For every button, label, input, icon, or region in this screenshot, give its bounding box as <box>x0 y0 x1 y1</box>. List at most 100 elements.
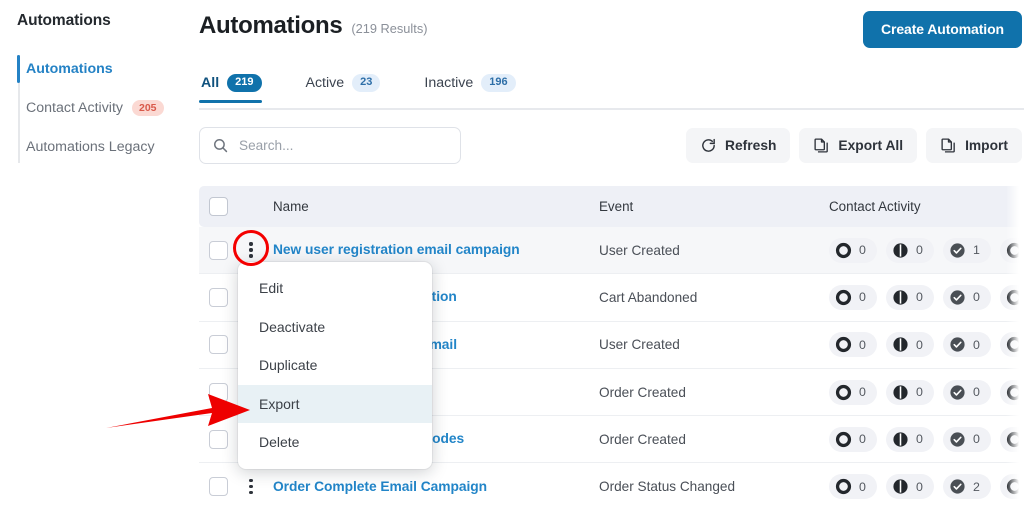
tab-active[interactable]: Active 23 <box>284 74 403 103</box>
tab-label: Active <box>305 74 345 91</box>
activity-overflow-badge <box>1000 379 1024 405</box>
activity-inprogress-badge: 0 <box>886 379 934 405</box>
column-header-event: Event <box>599 199 634 214</box>
activity-queued-badge: 0 <box>829 332 877 358</box>
activity-queued-count: 0 <box>859 385 866 400</box>
row-actions-menu-button[interactable] <box>246 476 255 497</box>
activity-overflow-badge <box>1000 426 1024 452</box>
automation-name-link[interactable]: New user registration email campaign <box>273 242 520 257</box>
menu-item-duplicate[interactable]: Duplicate <box>238 346 432 385</box>
sidebar-item-contact-activity[interactable]: Contact Activity 205 <box>26 94 164 122</box>
activity-inprogress-badge: 0 <box>886 332 934 358</box>
row-activity-cell: 0 0 2 <box>829 474 1024 500</box>
export-all-button[interactable]: Export All <box>799 128 918 163</box>
row-event-cell: Cart Abandoned <box>599 289 698 305</box>
activity-inprogress-count: 0 <box>916 290 923 305</box>
row-select-cell <box>199 287 237 307</box>
import-label: Import <box>965 138 1008 153</box>
page-title: Automations <box>199 12 343 39</box>
activity-completed-count: 1 <box>973 243 980 258</box>
sidebar-item-label: Automations <box>26 61 113 77</box>
circle-ring-icon <box>1006 289 1023 306</box>
check-circle-icon <box>950 384 965 400</box>
activity-completed-badge: 0 <box>943 332 991 358</box>
activity-queued-badge: 0 <box>829 284 877 310</box>
activity-inprogress-badge: 0 <box>886 284 934 310</box>
activity-inprogress-badge: 0 <box>886 474 934 500</box>
activity-inprogress-count: 0 <box>916 243 923 258</box>
search-input[interactable] <box>239 138 439 153</box>
activity-completed-badge: 0 <box>943 426 991 452</box>
pause-circle-icon <box>893 337 908 352</box>
activity-queued-count: 0 <box>859 479 866 494</box>
search-box[interactable] <box>199 127 461 164</box>
circle-ring-icon <box>835 384 852 400</box>
row-checkbox[interactable] <box>208 240 228 260</box>
tab-count-badge: 196 <box>481 74 516 92</box>
row-checkbox[interactable] <box>208 477 228 497</box>
pause-circle-icon <box>893 243 908 258</box>
row-event-cell: Order Created <box>599 384 686 400</box>
activity-queued-count: 0 <box>859 290 866 305</box>
pause-circle-icon <box>893 384 908 400</box>
pause-circle-icon <box>893 479 908 494</box>
activity-inprogress-count: 0 <box>916 385 923 400</box>
menu-item-deactivate[interactable]: Deactivate <box>238 308 432 347</box>
search-icon <box>214 139 228 153</box>
circle-ring-icon <box>835 479 852 495</box>
results-count: (219 Results) <box>351 21 428 36</box>
row-checkbox[interactable] <box>208 287 228 307</box>
table-row[interactable]: Order Complete Email Campaign Order Stat… <box>199 463 1024 510</box>
activity-inprogress-count: 0 <box>916 337 923 352</box>
menu-item-edit[interactable]: Edit <box>238 269 432 308</box>
activity-completed-badge: 0 <box>943 379 991 405</box>
activity-inprogress-badge: 0 <box>886 426 934 452</box>
activity-overflow-badge <box>1000 284 1024 310</box>
column-header-contact-activity: Contact Activity <box>829 199 921 214</box>
row-name-cell: Order Complete Email Campaign <box>265 478 599 496</box>
circle-ring-icon <box>1006 242 1023 258</box>
row-select-cell <box>199 335 237 355</box>
refresh-button[interactable]: Refresh <box>686 128 791 163</box>
select-all-checkbox[interactable] <box>208 197 228 216</box>
sidebar-item-automations-legacy[interactable]: Automations Legacy <box>26 133 155 161</box>
import-button[interactable]: Import <box>926 128 1022 163</box>
activity-inprogress-count: 0 <box>916 432 923 447</box>
check-circle-icon <box>950 479 965 494</box>
highlight-circle-annotation <box>233 230 269 266</box>
check-circle-icon <box>950 290 965 305</box>
row-checkbox[interactable] <box>208 335 228 355</box>
activity-queued-badge: 0 <box>829 426 877 452</box>
sidebar-item-automations[interactable]: Automations <box>26 55 113 83</box>
check-circle-icon <box>950 243 965 258</box>
menu-item-delete[interactable]: Delete <box>238 423 432 462</box>
select-all-cell <box>199 197 237 216</box>
copy-document-icon <box>941 138 955 153</box>
activity-completed-badge: 2 <box>943 474 991 500</box>
sidebar-item-label: Contact Activity <box>26 100 123 116</box>
activity-overflow-badge <box>1000 332 1024 358</box>
activity-queued-badge: 0 <box>829 379 877 405</box>
activity-queued-badge: 0 <box>829 237 877 263</box>
table-toolbar: Refresh Export All Import <box>686 128 1022 163</box>
row-activity-cell: 0 0 1 <box>829 237 1024 263</box>
row-select-cell <box>199 240 237 260</box>
sidebar-item-badge: 205 <box>131 100 164 116</box>
activity-queued-count: 0 <box>859 243 866 258</box>
menu-item-export[interactable]: Export <box>238 384 432 423</box>
row-activity-cell: 0 0 0 <box>829 284 1024 310</box>
tab-inactive[interactable]: Inactive 196 <box>402 74 537 103</box>
tab-all[interactable]: All 219 <box>199 74 284 103</box>
row-menu-cell <box>237 476 265 497</box>
create-automation-button[interactable]: Create Automation <box>862 11 1022 48</box>
activity-completed-count: 2 <box>973 479 980 494</box>
row-event-cell: Order Created <box>599 431 686 447</box>
circle-ring-icon <box>835 289 852 306</box>
sidebar-active-indicator <box>17 55 20 83</box>
automation-name-link[interactable]: Order Complete Email Campaign <box>273 479 487 494</box>
row-activity-cell: 0 0 0 <box>829 332 1024 358</box>
column-header-name: Name <box>273 199 309 214</box>
circle-ring-icon <box>1006 431 1023 447</box>
row-event-cell: User Created <box>599 242 680 258</box>
row-event-cell: Order Status Changed <box>599 479 736 495</box>
